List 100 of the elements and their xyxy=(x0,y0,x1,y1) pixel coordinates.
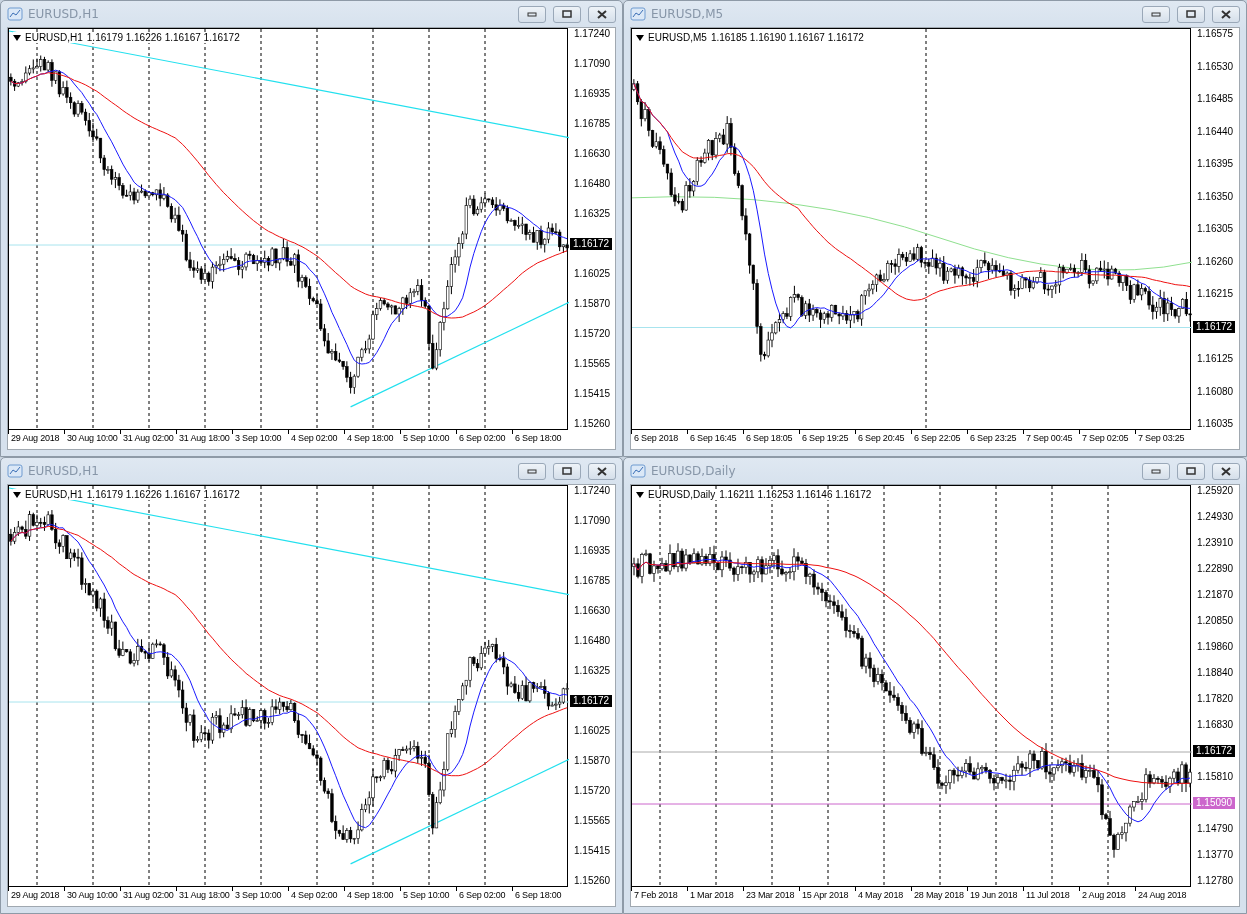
minimize-icon xyxy=(1151,11,1161,17)
time-label: 15 Apr 2018 xyxy=(801,889,849,902)
time-label: 6 Sep 23:25 xyxy=(969,432,1017,445)
price-label: 1.25920 xyxy=(1197,485,1234,496)
minimize-icon xyxy=(1151,468,1161,474)
time-label: 5 Sep 10:00 xyxy=(402,432,450,445)
time-label: 31 Aug 02:00 xyxy=(122,889,174,902)
price-label: 1.16215 xyxy=(1197,288,1234,299)
quote-values: 1.16179 1.16226 1.16167 1.16172 xyxy=(86,489,240,500)
maximize-button[interactable] xyxy=(1177,5,1205,23)
price-label: 1.16035 xyxy=(1197,418,1234,429)
price-label: 1.22890 xyxy=(1197,563,1234,574)
price-label: 1.16305 xyxy=(1197,223,1234,234)
close-button[interactable] xyxy=(1212,462,1240,480)
minimize-button[interactable] xyxy=(518,5,546,23)
time-label: 23 Mar 2018 xyxy=(745,889,795,902)
price-label: 1.15810 xyxy=(1197,771,1234,782)
price-label: 1.15415 xyxy=(574,845,611,856)
price-label: 1.16395 xyxy=(1197,158,1234,169)
time-label: 4 Sep 18:00 xyxy=(346,889,394,902)
maximize-button[interactable] xyxy=(1177,462,1205,480)
price-label: 1.17820 xyxy=(1197,693,1234,704)
maximize-icon xyxy=(1186,467,1196,475)
symbol-label: EURUSD,H1 xyxy=(25,32,83,43)
price-label: 1.16325 xyxy=(574,208,611,219)
price-label: 1.14790 xyxy=(1197,823,1234,834)
dropdown-arrow-icon[interactable] xyxy=(13,491,21,498)
quote-values: 1.16185 1.16190 1.16167 1.16172 xyxy=(710,32,864,43)
close-icon xyxy=(1220,466,1232,476)
chart-icon xyxy=(630,464,646,478)
price-label: 1.15720 xyxy=(574,785,611,796)
close-button[interactable] xyxy=(588,462,616,480)
price-label: 1.16260 xyxy=(1197,255,1234,267)
price-label: 1.17090 xyxy=(574,58,611,69)
dropdown-arrow-icon[interactable] xyxy=(636,34,644,41)
time-label: 30 Aug 10:00 xyxy=(66,432,118,445)
window-title: EURUSD,M5 xyxy=(651,7,725,21)
price-label: 1.17240 xyxy=(574,485,611,496)
time-label: 7 Sep 00:45 xyxy=(1025,432,1073,445)
time-label: 7 Sep 03:25 xyxy=(1137,432,1185,445)
time-label: 4 May 2018 xyxy=(857,889,904,902)
time-label: 6 Sep 18:05 xyxy=(745,432,793,445)
trend-line[interactable] xyxy=(9,487,569,596)
quote-values: 1.16179 1.16226 1.16167 1.16172 xyxy=(86,32,240,43)
time-label: 28 May 2018 xyxy=(913,889,964,902)
time-label: 11 Jul 2018 xyxy=(1025,889,1070,902)
price-badge: 1.16172 xyxy=(570,695,613,707)
maximize-icon xyxy=(562,467,572,475)
price-label: 1.16830 xyxy=(1197,719,1234,730)
price-label: 1.20850 xyxy=(1197,615,1234,626)
minimize-button[interactable] xyxy=(1142,5,1170,23)
dropdown-arrow-icon[interactable] xyxy=(13,34,21,41)
time-label: 7 Sep 02:05 xyxy=(1081,432,1129,445)
price-label: 1.16785 xyxy=(574,575,611,586)
time-label: 3 Sep 10:00 xyxy=(234,432,282,445)
time-label: 4 Sep 02:00 xyxy=(290,889,338,902)
window-title: EURUSD,H1 xyxy=(28,464,100,478)
dropdown-arrow-icon[interactable] xyxy=(636,491,644,498)
close-button[interactable] xyxy=(1212,5,1240,23)
price-label: 1.16025 xyxy=(574,268,611,279)
close-button[interactable] xyxy=(588,5,616,23)
minimize-button[interactable] xyxy=(518,462,546,480)
time-label: 24 Aug 2018 xyxy=(1137,889,1187,902)
symbol-label: EURUSD,H1 xyxy=(25,489,83,500)
price-badge: 1.16172 xyxy=(1193,745,1236,757)
maximize-button[interactable] xyxy=(553,5,581,23)
minimize-icon xyxy=(527,11,537,17)
time-label: 7 Feb 2018 xyxy=(633,889,678,902)
price-label: 1.16480 xyxy=(574,635,611,646)
price-badge: 1.16172 xyxy=(1193,320,1236,333)
trend-line[interactable] xyxy=(350,301,569,408)
price-label: 1.16025 xyxy=(574,725,611,736)
price-label: 1.15870 xyxy=(574,298,611,309)
price-label: 1.15565 xyxy=(574,815,611,826)
maximize-icon xyxy=(1186,10,1196,18)
trend-line[interactable] xyxy=(9,30,569,139)
time-label: 6 Sep 19:25 xyxy=(801,432,849,445)
time-label: 31 Aug 02:00 xyxy=(122,432,174,445)
price-badge: 1.15090 xyxy=(1193,797,1236,809)
time-label: 6 Sep 18:00 xyxy=(514,889,562,902)
price-label: 1.21870 xyxy=(1197,589,1234,600)
price-label: 1.16125 xyxy=(1197,353,1234,364)
price-label: 1.24930 xyxy=(1197,511,1234,522)
close-icon xyxy=(596,9,608,19)
price-label: 1.16530 xyxy=(1197,60,1234,72)
trend-line[interactable] xyxy=(350,758,569,865)
time-label: 6 Sep 02:00 xyxy=(458,432,506,445)
window-title: EURUSD,Daily xyxy=(651,464,737,478)
maximize-button[interactable] xyxy=(553,462,581,480)
price-label: 1.16440 xyxy=(1197,125,1234,137)
time-label: 4 Sep 18:00 xyxy=(346,432,394,445)
price-label: 1.15565 xyxy=(574,358,611,369)
chart-icon xyxy=(7,464,23,478)
price-label: 1.16935 xyxy=(574,545,611,556)
close-icon xyxy=(1220,9,1232,19)
minimize-icon xyxy=(527,468,537,474)
minimize-button[interactable] xyxy=(1142,462,1170,480)
price-label: 1.16630 xyxy=(574,148,611,159)
chart-icon xyxy=(7,7,23,21)
symbol-label: EURUSD,M5 xyxy=(648,32,707,43)
